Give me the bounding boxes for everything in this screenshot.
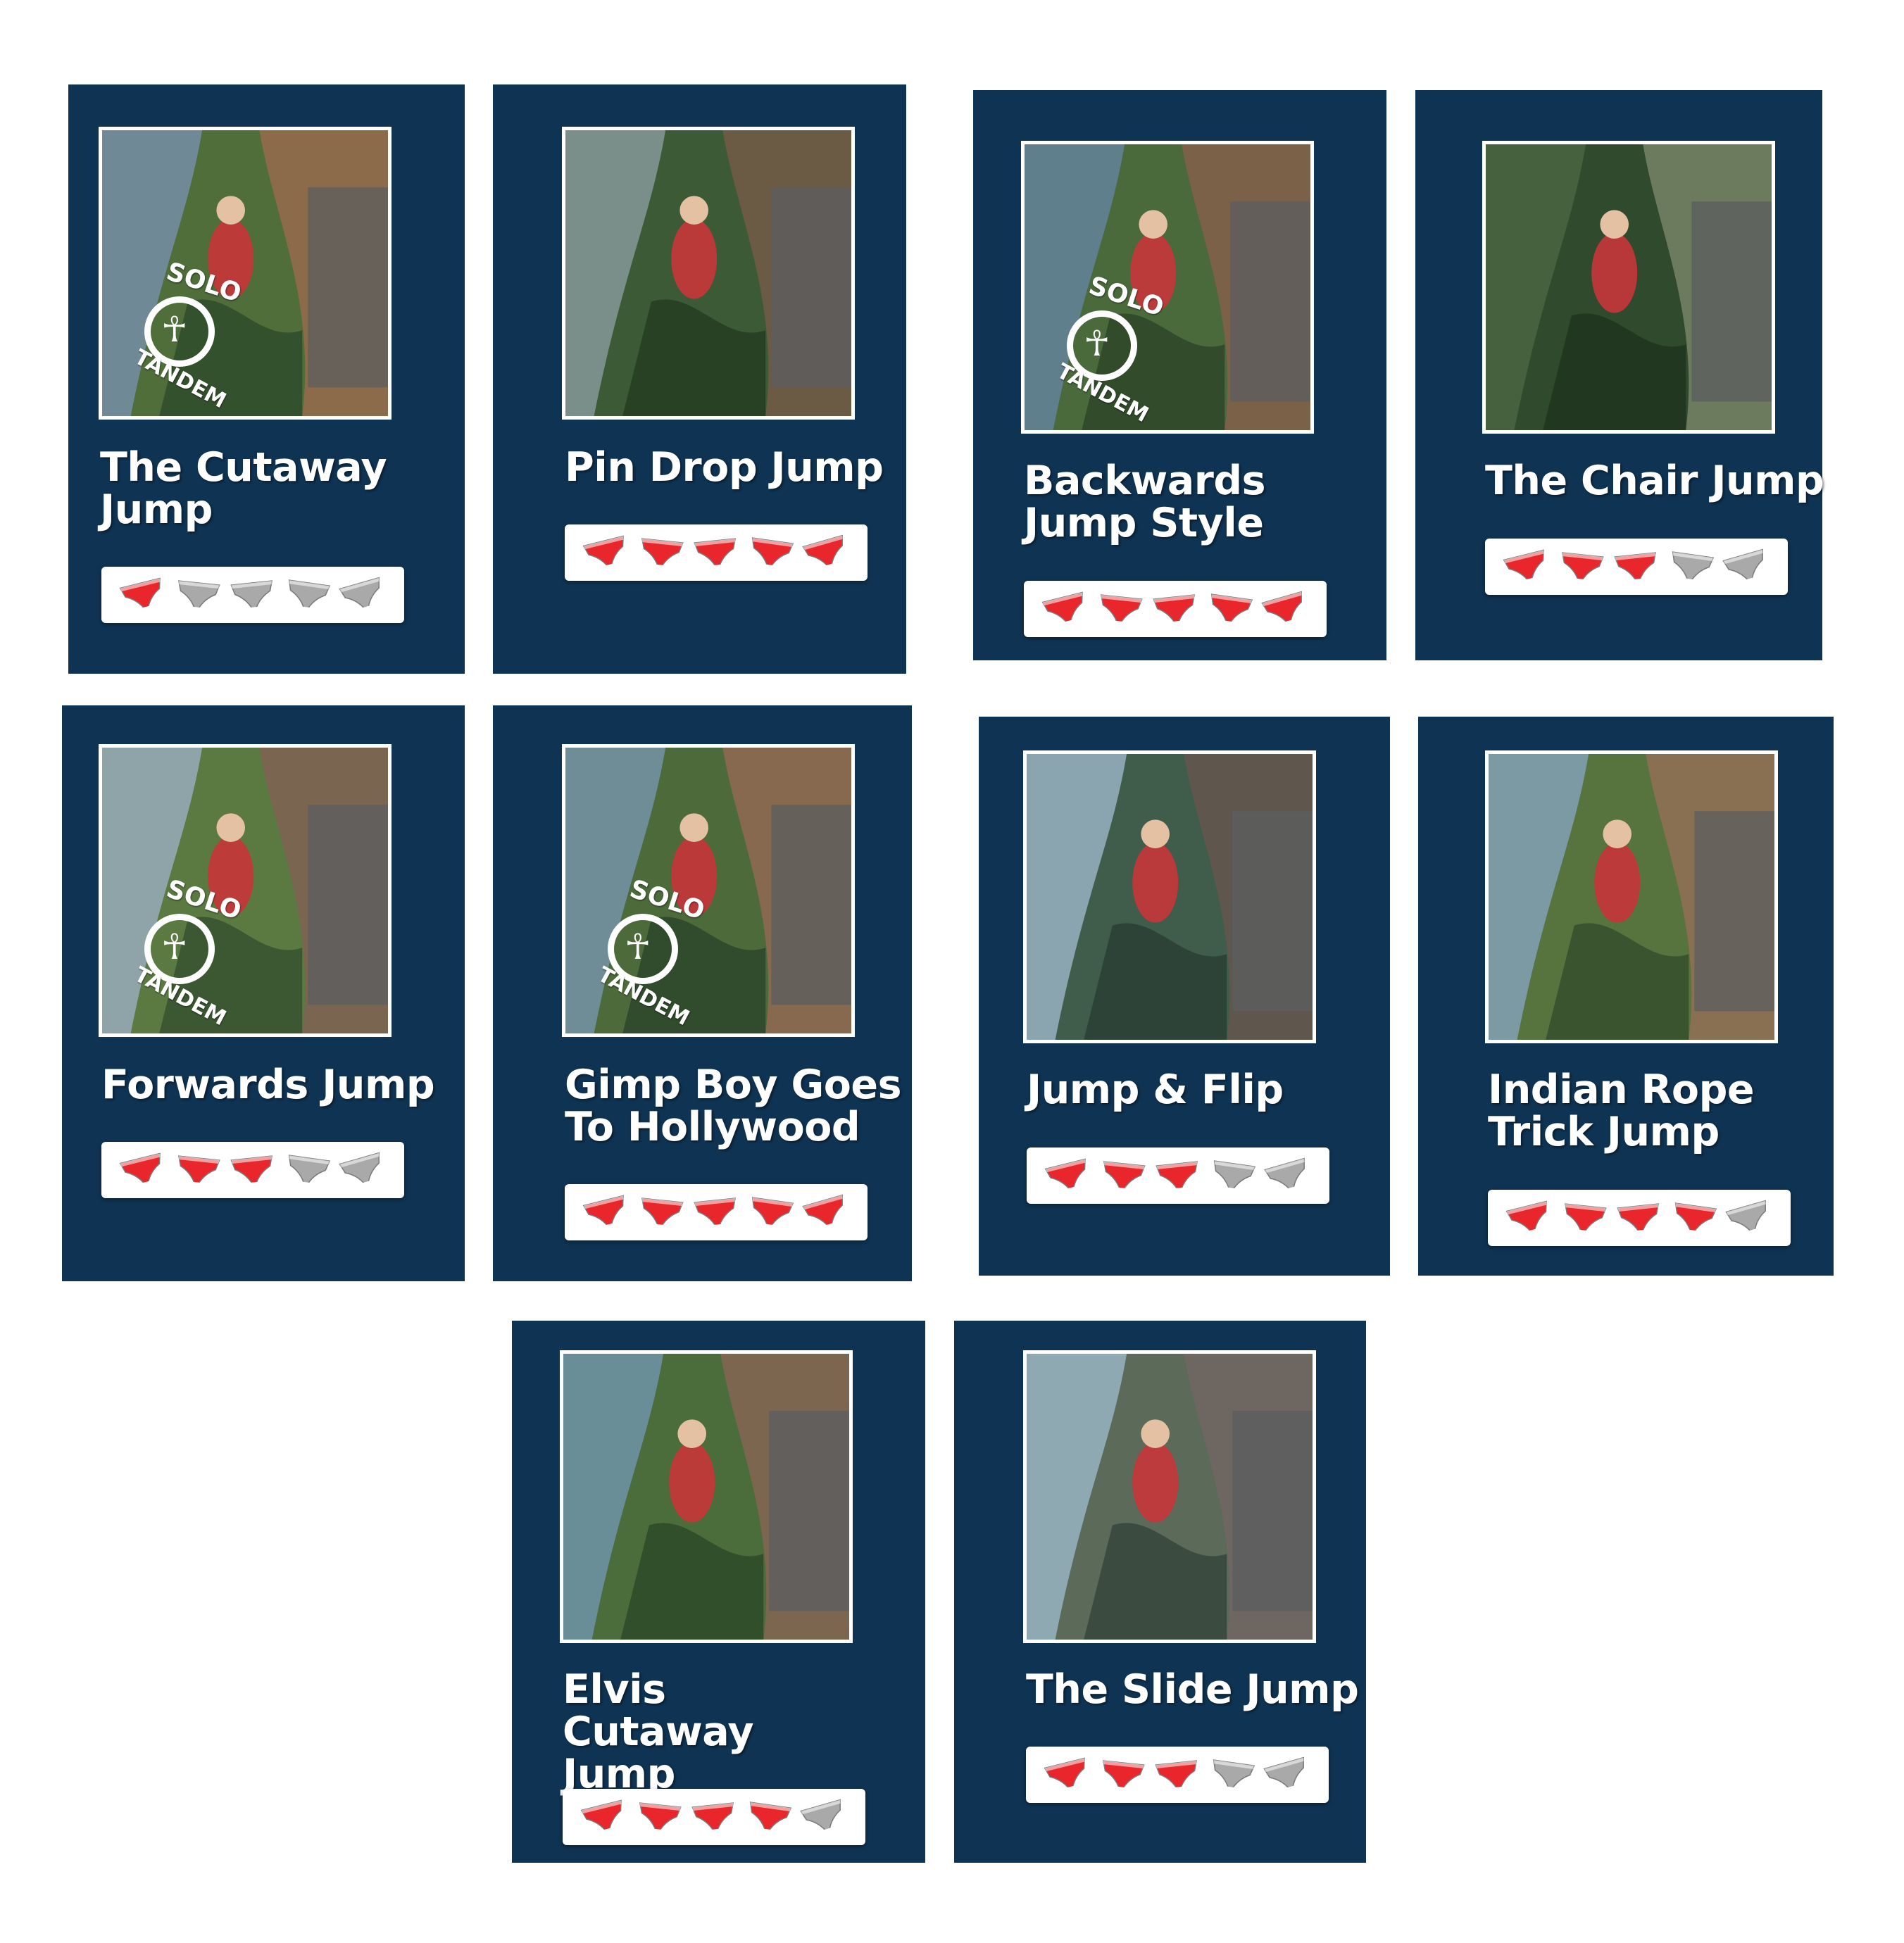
jump-title[interactable]: Jump & Flip [1027, 1069, 1421, 1111]
underpants-icon [802, 1194, 849, 1230]
underpants-icon [638, 535, 684, 570]
underpants-icon [1558, 549, 1605, 584]
difficulty-rating [101, 567, 404, 623]
underpants-icon [1152, 591, 1198, 627]
difficulty-rating [1485, 539, 1788, 595]
underpants-icon [230, 1152, 276, 1188]
underpants-icon [1671, 1200, 1717, 1235]
underpants-icon [1097, 591, 1144, 627]
difficulty-rating [565, 524, 868, 581]
underpants-icon [580, 1799, 627, 1835]
jump-title[interactable]: Pin Drop Jump [565, 446, 959, 489]
underpants-icon [1099, 1757, 1146, 1792]
underpants-icon [691, 1799, 737, 1835]
underpants-icon [339, 577, 386, 612]
underpants-icon [1505, 1200, 1553, 1235]
difficulty-rating [563, 1789, 865, 1845]
jump-card[interactable]: ☥ SOLO TANDEM The Cutaway Jump [68, 84, 465, 674]
jump-photo[interactable]: ☥ SOLO TANDEM [1021, 141, 1314, 434]
jump-card[interactable]: The Slide Jump [954, 1321, 1366, 1863]
underpants-icon [1044, 1757, 1091, 1792]
jump-photo[interactable]: ☥ SOLO TANDEM [562, 744, 855, 1037]
jump-title[interactable]: Backwards Jump Style [1024, 460, 1277, 544]
underpants-icon [746, 1799, 792, 1835]
jump-card[interactable]: Elvis Cutaway Jump [512, 1321, 925, 1863]
underpants-icon [1044, 1158, 1091, 1193]
underpants-icon [119, 1152, 166, 1188]
underpants-icon [1503, 549, 1550, 584]
underpants-icon [1154, 1757, 1201, 1792]
difficulty-rating [1027, 1147, 1329, 1204]
difficulty-rating [1026, 1747, 1329, 1803]
jump-card[interactable]: ☥ SOLO TANDEM Backwards Jump Style [973, 90, 1386, 660]
underpants-icon [693, 535, 739, 570]
underpants-icon [748, 1195, 794, 1230]
underpants-icon [1210, 1158, 1256, 1193]
difficulty-rating [1488, 1190, 1791, 1246]
underpants-icon [1263, 1756, 1310, 1792]
underpants-icon [1261, 591, 1308, 627]
underpants-icon [1616, 1200, 1662, 1235]
jump-photo[interactable]: ☥ SOLO TANDEM [99, 127, 392, 420]
underpants-icon [582, 1195, 630, 1230]
underpants-icon [1561, 1200, 1608, 1235]
underpants-icon [1207, 591, 1253, 627]
jump-card[interactable]: Jump & Flip [979, 717, 1390, 1276]
underpants-icon [802, 534, 849, 570]
jump-title[interactable]: Indian Rope Trick Jump [1488, 1069, 1770, 1153]
jump-photo[interactable] [1023, 750, 1316, 1043]
underpants-icon [636, 1799, 682, 1835]
jump-title[interactable]: The Cutaway Jump [100, 446, 396, 531]
underpants-icon [119, 577, 166, 612]
underpants-icon [1613, 549, 1660, 584]
jump-title[interactable]: The Chair Jump [1485, 460, 1879, 502]
underpants-icon [693, 1195, 739, 1230]
underpants-icon [230, 577, 276, 612]
underpants-icon [1264, 1157, 1311, 1193]
underpants-icon [638, 1195, 684, 1230]
jump-photo[interactable]: ☥ SOLO TANDEM [99, 744, 392, 1037]
difficulty-rating [565, 1184, 868, 1240]
underpants-icon [1725, 1200, 1772, 1235]
underpants-icon [339, 1152, 386, 1188]
underpants-icon [582, 535, 630, 570]
jump-photo[interactable] [1482, 141, 1775, 434]
underpants-icon [284, 577, 331, 612]
underpants-icon [1722, 548, 1770, 584]
jump-card[interactable]: ☥ SOLO TANDEM Gimp Boy Goes To Hollywood [493, 705, 912, 1281]
underpants-icon [175, 1152, 221, 1188]
difficulty-rating [1024, 581, 1327, 637]
jump-photo[interactable] [1023, 1350, 1316, 1643]
underpants-icon [175, 577, 221, 612]
jump-title[interactable]: Gimp Boy Goes To Hollywood [565, 1064, 903, 1148]
jump-photo[interactable] [560, 1350, 853, 1643]
underpants-icon [1155, 1158, 1201, 1193]
difficulty-rating [101, 1142, 404, 1198]
jump-card[interactable]: The Chair Jump [1415, 90, 1824, 660]
underpants-icon [1100, 1158, 1146, 1193]
underpants-icon [1209, 1757, 1255, 1792]
jump-title[interactable]: Forwards Jump [101, 1064, 496, 1106]
jump-title[interactable]: The Slide Jump [1026, 1668, 1420, 1711]
underpants-icon [1668, 549, 1715, 584]
jump-card[interactable]: Pin Drop Jump [493, 84, 906, 674]
underpants-icon [748, 535, 794, 570]
jump-card[interactable]: Indian Rope Trick Jump [1418, 717, 1834, 1276]
underpants-icon [1041, 591, 1089, 627]
jump-photo[interactable] [562, 127, 855, 420]
jump-photo[interactable] [1485, 750, 1778, 1043]
underpants-icon [800, 1799, 847, 1835]
jump-title[interactable]: Elvis Cutaway Jump [563, 1668, 858, 1795]
underpants-icon [284, 1152, 331, 1188]
jump-card[interactable]: ☥ SOLO TANDEM Forwards Jump [62, 705, 465, 1281]
